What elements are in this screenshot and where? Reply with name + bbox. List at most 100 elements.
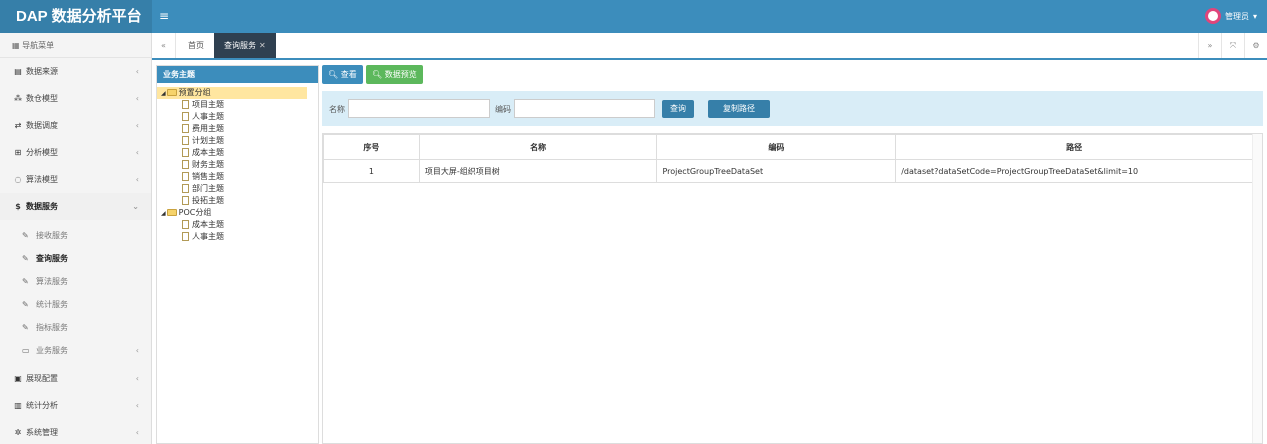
tree-leaf[interactable]: 成本主题 — [157, 147, 318, 159]
chevron-left-icon: ‹ — [135, 67, 139, 76]
query-button[interactable]: 查询 — [662, 100, 694, 118]
tree-group-poc[interactable]: ◢ POC分组 — [157, 207, 318, 219]
tree-leaf[interactable]: 费用主题 — [157, 123, 318, 135]
data-preview-button[interactable]: 🔍︎ 数据预览 — [366, 65, 423, 84]
leaf-icon: ✎ — [22, 300, 29, 309]
tree-leaf[interactable]: 人事主题 — [157, 111, 318, 123]
column-header-code[interactable]: 编码 — [656, 134, 897, 160]
sidebar: ▦ 导航菜单 ▤ 数据来源 ‹ ⁂ 数仓模型 ‹ ⇄ 数据调度 ‹ ⊞ 分析模型 ‹ ◌ 算法模型… — [0, 33, 152, 444]
file-icon — [182, 172, 189, 181]
sidebar-subitem-business-service[interactable]: ▭ 业务服务 ‹ — [0, 339, 151, 362]
table-scrollbar[interactable] — [1252, 134, 1262, 443]
name-input[interactable] — [348, 99, 490, 118]
leaf-icon: ✎ — [22, 254, 29, 263]
file-icon — [182, 124, 189, 133]
column-header-name[interactable]: 名称 — [418, 134, 658, 160]
sidebar-subitem-algorithm-service[interactable]: ✎ 算法服务 — [0, 270, 151, 293]
leaf-icon: ✎ — [22, 231, 29, 240]
shuffle-icon: ⇄ — [14, 121, 22, 130]
chevron-down-icon: ⌄ — [132, 202, 139, 211]
table-header-row: 序号 名称 编码 路径 — [323, 134, 1253, 160]
chevron-left-icon: ‹ — [135, 401, 139, 410]
sidebar-item-statistical-analysis[interactable]: ▥ 统计分析 ‹ — [0, 392, 151, 419]
chevron-left-icon: ‹ — [135, 121, 139, 130]
bar-chart-icon: ▥ — [14, 401, 22, 410]
code-input[interactable] — [514, 99, 655, 118]
tree-leaf[interactable]: 部门主题 — [157, 183, 318, 195]
cell-code: ProjectGroupTreeDataSet — [656, 159, 897, 183]
sidebar-item-analysis-model[interactable]: ⊞ 分析模型 ‹ — [0, 139, 151, 166]
chevron-left-icon: ‹ — [135, 346, 139, 355]
sidebar-item-data-service[interactable]: $ 数据服务 ⌄ — [0, 193, 151, 220]
tree-leaf[interactable]: 人事主题 — [157, 231, 318, 243]
top-header: DAP 数据分析平台 ≡ 管理员 ▾ — [0, 0, 1267, 33]
result-table: 序号 名称 编码 路径 1 项目大屏-组织项目树 ProjectGroupTre… — [323, 134, 1253, 183]
table-row[interactable]: 1 项目大屏-组织项目树 ProjectGroupTreeDataSet /da… — [323, 159, 1253, 183]
app-title[interactable]: DAP 数据分析平台 — [0, 0, 152, 33]
sidebar-item-warehouse-model[interactable]: ⁂ 数仓模型 ‹ — [0, 85, 151, 112]
caret-down-icon: ▾ — [1252, 11, 1257, 21]
sidebar-item-algorithm-model[interactable]: ◌ 算法模型 ‹ — [0, 166, 151, 193]
file-icon — [182, 136, 189, 145]
sidebar-subitem-receive-service[interactable]: ✎ 接收服务 — [0, 224, 151, 247]
view-button[interactable]: 🔍︎ 查看 — [322, 65, 363, 84]
file-icon — [182, 220, 189, 229]
gear-icon[interactable]: ⚙ — [1244, 33, 1267, 58]
tab-scroll-left-icon[interactable]: « — [152, 33, 176, 58]
chevron-left-icon: ‹ — [135, 374, 139, 383]
sidebar-item-data-schedule[interactable]: ⇄ 数据调度 ‹ — [0, 112, 151, 139]
chevron-left-icon: ‹ — [135, 94, 139, 103]
file-icon — [182, 148, 189, 157]
leaf-icon: ✎ — [22, 323, 29, 332]
database-icon: ▤ — [14, 67, 22, 76]
cell-path: /dataset?dataSetCode=ProjectGroupTreeDat… — [895, 159, 1253, 183]
column-header-index[interactable]: 序号 — [323, 134, 420, 160]
dollar-icon: $ — [15, 202, 21, 211]
tree-group-preset[interactable]: ◢ 预置分组 — [157, 87, 307, 99]
tree-leaf[interactable]: 计划主题 — [157, 135, 318, 147]
cell-name: 项目大屏-组织项目树 — [418, 159, 658, 183]
file-icon — [182, 112, 189, 121]
tab-scroll-right-icon[interactable]: » — [1198, 33, 1221, 58]
tree-leaf[interactable]: 财务主题 — [157, 159, 318, 171]
fullscreen-icon[interactable]: ⤧ — [1221, 33, 1244, 58]
search-panel: 名称 编码 查询 复制路径 — [322, 91, 1263, 126]
folder-open-icon — [166, 209, 177, 216]
sidebar-item-display-config[interactable]: ▣ 展现配置 ‹ — [0, 365, 151, 392]
close-icon[interactable]: ✕ — [259, 41, 266, 50]
file-icon — [182, 232, 189, 241]
tab-query-service[interactable]: 查询服务 ✕ — [214, 33, 276, 58]
file-icon — [182, 196, 189, 205]
chevron-left-icon: ‹ — [135, 428, 139, 437]
file-icon — [182, 100, 189, 109]
tab-home[interactable]: 首页 — [178, 33, 214, 58]
user-menu[interactable]: 管理员 ▾ — [1204, 8, 1257, 24]
avatar — [1204, 8, 1221, 24]
topic-tree-panel: 业务主题 ◢ 预置分组 项目主题 人事主题 费用主题 计划主题 成本主题 财务主题… — [156, 65, 319, 444]
tree-leaf[interactable]: 项目主题 — [157, 99, 318, 111]
name-label: 名称 — [329, 105, 345, 114]
grid-icon: ▦ — [12, 41, 23, 50]
sidebar-subitem-indicator-service[interactable]: ✎ 指标服务 — [0, 316, 151, 339]
spinner-icon: ◌ — [14, 175, 22, 184]
cubes-icon: ⁂ — [14, 94, 22, 103]
data-grid: 序号 名称 编码 路径 1 项目大屏-组织项目树 ProjectGroupTre… — [322, 133, 1263, 444]
sitemap-icon: ⊞ — [14, 148, 22, 157]
sidebar-subitem-query-service[interactable]: ✎ 查询服务 — [0, 247, 151, 270]
sidebar-item-data-source[interactable]: ▤ 数据来源 ‹ — [0, 58, 151, 85]
leaf-icon: ✎ — [22, 277, 29, 286]
menu-toggle-icon[interactable]: ≡ — [159, 9, 169, 23]
copy-path-button[interactable]: 复制路径 — [708, 100, 770, 118]
sidebar-header: ▦ 导航菜单 — [0, 33, 151, 58]
tree-leaf[interactable]: 销售主题 — [157, 171, 318, 183]
user-name: 管理员 — [1224, 11, 1249, 21]
column-header-path[interactable]: 路径 — [895, 134, 1253, 160]
folder-icon: ▭ — [22, 346, 30, 355]
cell-index: 1 — [323, 159, 420, 183]
sidebar-item-system-management[interactable]: ✲ 系统管理 ‹ — [0, 419, 151, 444]
sidebar-subitem-statistics-service[interactable]: ✎ 统计服务 — [0, 293, 151, 316]
gear-icon: ✲ — [14, 428, 22, 437]
tree-leaf[interactable]: 成本主题 — [157, 219, 318, 231]
tab-bar: « 首页 查询服务 ✕ » ⤧ ⚙ — [152, 33, 1267, 60]
tree-leaf[interactable]: 投拓主题 — [157, 195, 318, 207]
